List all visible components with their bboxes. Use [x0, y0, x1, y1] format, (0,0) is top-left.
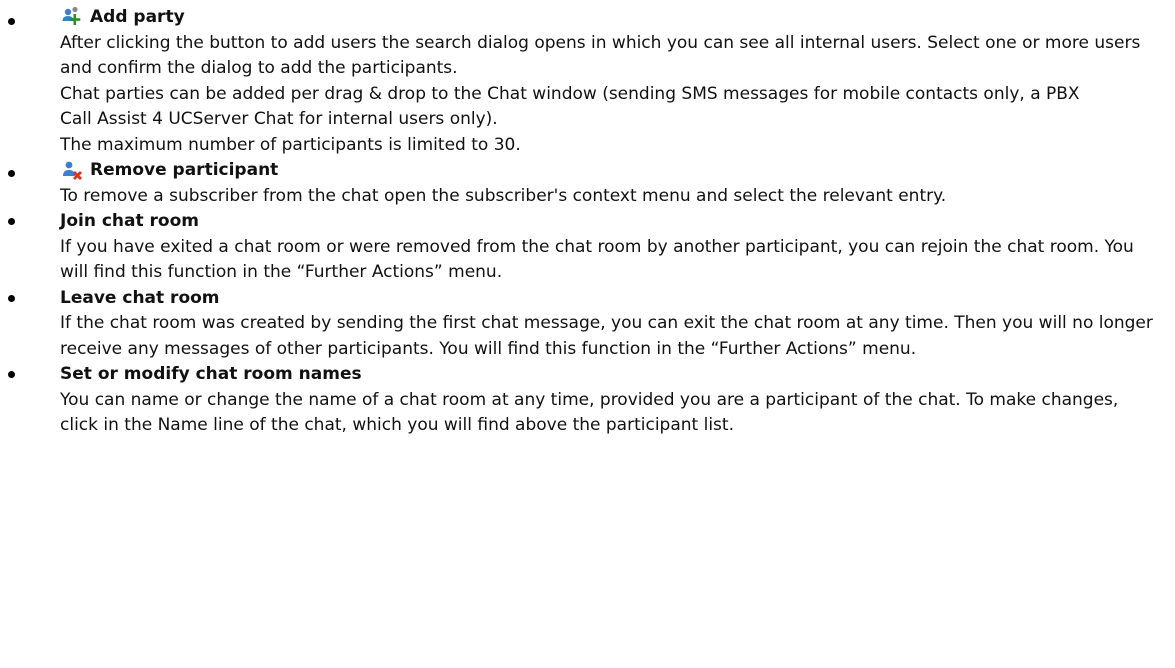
- list-item: Remove participant To remove a subscribe…: [0, 158, 1175, 209]
- item-paragraph: To remove a subscriber from the chat ope…: [60, 185, 947, 206]
- item-heading: Leave chat room: [60, 286, 1175, 312]
- bullet: [8, 371, 15, 378]
- item-heading: Set or modify chat room names: [60, 362, 1175, 388]
- item-body: If the chat room was created by sending …: [60, 311, 1175, 362]
- item-title: Add party: [90, 7, 185, 27]
- remove-participant-icon: [63, 161, 82, 180]
- item-body: If you have exited a chat room or were r…: [60, 235, 1175, 286]
- bullet: [8, 170, 15, 177]
- item-paragraph: The maximum number of participants is li…: [60, 134, 521, 155]
- list-item: Leave chat room If the chat room was cre…: [0, 286, 1175, 363]
- bullet: [8, 18, 15, 25]
- item-heading: Add party: [60, 0, 1175, 31]
- item-paragraph: After clicking the button to add users t…: [60, 32, 1141, 79]
- add-party-icon: [62, 6, 81, 25]
- item-paragraph: You can name or change the name of a cha…: [60, 389, 1119, 436]
- item-paragraph: If you have exited a chat room or were r…: [60, 236, 1134, 283]
- item-body: To remove a subscriber from the chat ope…: [60, 184, 1175, 210]
- item-paragraph: If the chat room was created by sending …: [60, 313, 1153, 359]
- item-heading: Join chat room: [60, 209, 1175, 235]
- item-body: You can name or change the name of a cha…: [60, 388, 1175, 439]
- item-paragraph: Chat parties can be added per drag & dro…: [60, 83, 1080, 130]
- item-title: Join chat room: [60, 211, 200, 231]
- item-heading: Remove participant: [60, 158, 1175, 184]
- item-title: Remove participant: [90, 160, 279, 180]
- feature-list: Add party After clicking the button to a…: [0, 0, 1175, 439]
- list-item: Set or modify chat room names You can na…: [0, 362, 1175, 439]
- document: Add party After clicking the button to a…: [0, 0, 1175, 668]
- bullet: [8, 294, 15, 302]
- bullet: [8, 218, 15, 225]
- item-title: Leave chat room: [60, 287, 220, 308]
- list-item: Add party After clicking the button to a…: [0, 0, 1175, 158]
- item-body: After clicking the button to add users t…: [60, 31, 1175, 159]
- list-item: Join chat room If you have exited a chat…: [0, 209, 1175, 286]
- item-title: Set or modify chat room names: [60, 364, 362, 384]
